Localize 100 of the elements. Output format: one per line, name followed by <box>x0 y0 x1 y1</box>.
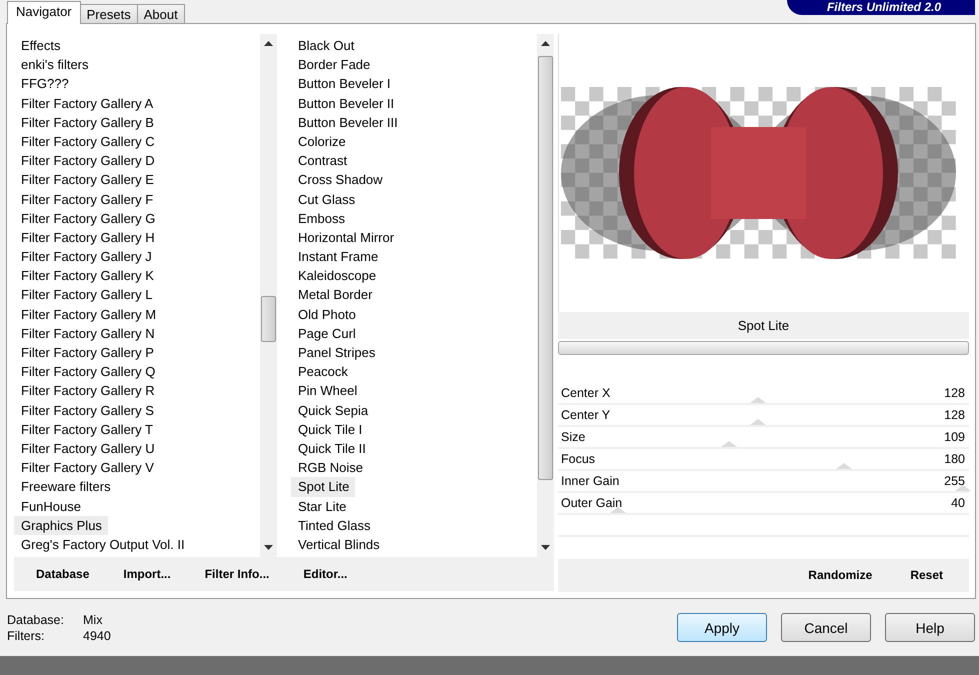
dialog-button[interactable]: Cancel <box>781 613 871 642</box>
slider-thumb[interactable] <box>610 506 626 513</box>
list-item[interactable]: Filter Factory Gallery M <box>14 304 162 324</box>
parameter-value: 255 <box>944 474 965 488</box>
list-item[interactable]: Filter Factory Gallery S <box>14 400 160 420</box>
list-item[interactable]: Pin Wheel <box>291 381 364 401</box>
dialog-button[interactable]: Apply <box>677 613 767 642</box>
scroll-up-icon[interactable] <box>264 41 273 46</box>
list-item[interactable]: Horizontal Mirror <box>291 228 400 248</box>
slider-thumb[interactable] <box>750 396 766 403</box>
list-item[interactable]: Greg's Factory Output Vol. II <box>14 534 191 554</box>
list-item[interactable]: Filter Factory Gallery C <box>14 132 161 152</box>
list-item[interactable]: Filter Factory Gallery D <box>14 151 161 170</box>
list-item[interactable]: Filter Factory Gallery T <box>14 420 159 439</box>
list-item[interactable]: Spot Lite <box>291 477 356 496</box>
slider-thumb[interactable] <box>750 418 766 425</box>
parameter-label: Focus <box>561 452 596 466</box>
list-item[interactable]: Quick Tile II <box>291 438 372 458</box>
list-item[interactable]: Quick Tile I <box>291 420 368 439</box>
parameter-label: Center X <box>561 386 610 400</box>
list-item[interactable]: Colorize <box>291 132 352 152</box>
list-item[interactable]: FFG??? <box>14 74 75 94</box>
parameter-label: Inner Gain <box>561 474 620 488</box>
list-item[interactable]: Peacock <box>291 362 354 382</box>
scrollbar[interactable] <box>260 34 277 557</box>
list-item[interactable]: Border Fade <box>291 55 376 74</box>
status-value: 4940 <box>83 628 111 644</box>
list-item[interactable]: Filter Factory Gallery K <box>14 266 160 286</box>
parameter-slider[interactable]: Focus 180 <box>558 448 969 471</box>
tab[interactable]: Presets <box>80 4 138 23</box>
list-item[interactable]: Kaleidoscope <box>291 266 382 286</box>
list-item[interactable]: FunHouse <box>14 496 87 516</box>
parameter-label: Center Y <box>561 408 610 422</box>
list-item[interactable]: Emboss <box>291 208 351 228</box>
scroll-down-icon[interactable] <box>264 545 273 550</box>
list-item[interactable]: Filter Factory Gallery A <box>14 94 160 113</box>
slider-thumb[interactable] <box>836 462 852 469</box>
list-item[interactable]: Filter Factory Gallery N <box>14 324 161 343</box>
title-banner: Filters Unlimited 2.0 <box>786 0 975 15</box>
list-item[interactable]: Effects <box>14 36 67 56</box>
tab[interactable]: Navigator <box>7 1 81 24</box>
list-item[interactable]: Vertical Blinds <box>291 534 386 554</box>
slider-thumb[interactable] <box>720 440 737 447</box>
list-item[interactable]: Black Out <box>291 36 360 56</box>
list-item[interactable]: Filter Factory Gallery V <box>14 458 160 478</box>
tab[interactable]: About <box>136 4 185 23</box>
list-item[interactable]: Cut Glass <box>291 190 362 209</box>
scroll-up-icon[interactable] <box>541 41 550 46</box>
list-item[interactable]: Filter Factory Gallery Q <box>14 362 162 382</box>
toolbar-button[interactable]: Randomize <box>804 566 876 584</box>
list-item[interactable]: Filter Factory Gallery R <box>14 381 161 401</box>
list-item[interactable]: Filter Factory Gallery J <box>14 247 158 266</box>
list-item[interactable]: Freeware filters <box>14 477 117 496</box>
list-item[interactable]: Filter Factory Gallery G <box>14 208 162 228</box>
list-item[interactable]: Tinted Glass <box>291 516 376 535</box>
list-item[interactable]: Page Curl <box>291 324 362 343</box>
list-item[interactable]: Button Beveler I <box>291 74 396 94</box>
parameter-value: 40 <box>951 496 965 510</box>
status-label: Database: <box>7 612 65 628</box>
parameter-slider[interactable]: Inner Gain 255 <box>558 470 969 493</box>
list-item[interactable]: Cross Shadow <box>291 170 389 190</box>
toolbar-button[interactable]: Filter Info... <box>200 565 274 583</box>
scrollbar[interactable] <box>537 34 554 557</box>
scroll-thumb[interactable] <box>261 296 276 342</box>
list-item[interactable]: Filter Factory Gallery E <box>14 170 160 190</box>
list-item[interactable]: Quick Sepia <box>291 400 374 420</box>
list-item[interactable]: Filter Factory Gallery B <box>14 112 160 132</box>
list-item[interactable]: Panel Stripes <box>291 343 382 362</box>
list-item[interactable]: Old Photo <box>291 304 362 324</box>
list-item[interactable]: Filter Factory Gallery F <box>14 190 160 209</box>
list-item[interactable]: Metal Border <box>291 285 378 305</box>
toolbar-button[interactable]: Database <box>32 565 94 583</box>
dialog-button[interactable]: Help <box>885 613 975 642</box>
parameter-slider[interactable]: Center X 128 <box>558 382 969 405</box>
toolbar-button[interactable]: Editor... <box>299 565 352 583</box>
parameter-slider[interactable]: Center Y 128 <box>558 404 969 427</box>
parameter-slider[interactable]: Size 109 <box>558 426 969 449</box>
list-item[interactable]: Button Beveler III <box>291 112 404 132</box>
list-item[interactable]: Filter Factory Gallery U <box>14 438 161 458</box>
parameter-value: 128 <box>944 408 965 422</box>
list-item[interactable]: Instant Frame <box>291 247 384 266</box>
list-item[interactable]: RGB Noise <box>291 458 370 478</box>
list-item[interactable]: Filter Factory Gallery P <box>14 343 160 362</box>
list-item[interactable]: Filter Factory Gallery L <box>14 285 158 305</box>
list-item[interactable]: Graphics Plus <box>14 516 108 535</box>
slider-thumb[interactable] <box>955 484 971 491</box>
scroll-down-icon[interactable] <box>541 545 550 550</box>
scroll-thumb[interactable] <box>538 56 553 480</box>
toolbar-button[interactable]: Import... <box>119 565 175 583</box>
splitter-bar[interactable] <box>558 341 969 355</box>
parameter-slider[interactable]: Outer Gain 40 <box>558 492 969 515</box>
filter-name: Spot Lite <box>558 312 969 340</box>
parameter-label: Outer Gain <box>561 496 622 510</box>
toolbar-button[interactable]: Reset <box>906 566 947 584</box>
status-label: Filters: <box>7 628 46 644</box>
list-item[interactable]: Star Lite <box>291 496 352 516</box>
list-item[interactable]: Filter Factory Gallery H <box>14 228 161 248</box>
list-item[interactable]: Contrast <box>291 151 354 170</box>
list-item[interactable]: Button Beveler II <box>291 94 400 113</box>
list-item[interactable]: enki's filters <box>14 55 95 74</box>
